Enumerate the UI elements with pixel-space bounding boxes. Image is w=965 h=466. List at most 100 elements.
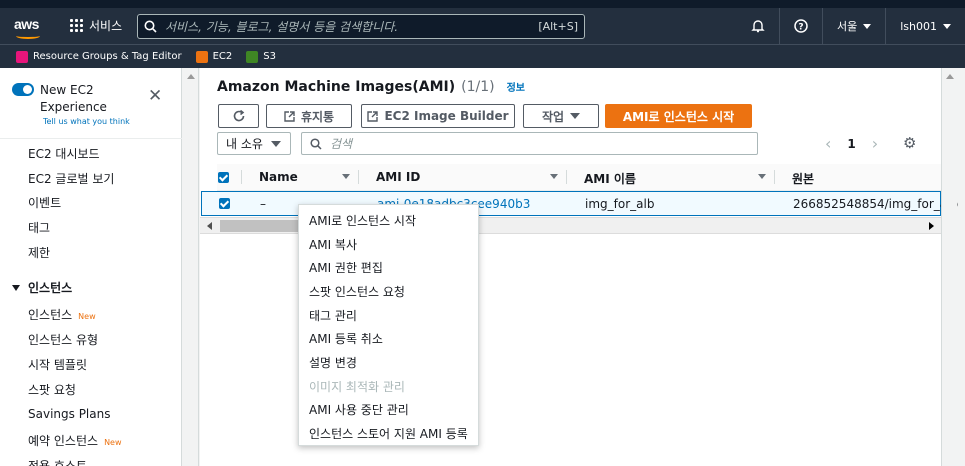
favorite-s3[interactable]: S3 [246, 50, 276, 63]
sidebar-item-savings-plans[interactable]: Savings Plans [28, 407, 110, 421]
refresh-icon [233, 109, 244, 122]
sidebar-item-events[interactable]: 이벤트 [28, 194, 61, 211]
services-label: 서비스 [89, 19, 123, 33]
next-page-icon[interactable]: › [872, 134, 878, 153]
search-placeholder: 검색 [330, 137, 353, 151]
column-header-ami-id[interactable]: AMI ID [376, 170, 420, 184]
aws-logo-text: aws [14, 16, 39, 32]
feedback-link[interactable]: Tell us what you think [43, 117, 130, 126]
sidebar-item-instances[interactable]: 인스턴스 New [28, 306, 96, 323]
new-badge: New [104, 438, 122, 447]
actions-dropdown[interactable]: 작업 [523, 104, 599, 128]
cell-ami-name: img_for_alb [585, 197, 655, 211]
sidebar-divider [0, 138, 182, 139]
search-placeholder: 서비스, 기능, 블로그, 설명서 등을 검색합니다. [165, 20, 399, 34]
bell-icon [751, 20, 765, 33]
external-link-icon [367, 110, 379, 122]
column-header-name[interactable]: Name [259, 170, 298, 184]
scrollbar-thumb[interactable] [220, 220, 300, 232]
menu-item-register-instance-store[interactable]: 인스턴스 스토어 지원 AMI 등록 [309, 425, 468, 442]
ec2-icon [195, 50, 208, 63]
menu-item-edit-permissions[interactable]: AMI 권한 편집 [309, 259, 383, 276]
page-scrollbar[interactable] [941, 68, 957, 466]
sidebar-item-launch-templates[interactable]: 시작 템플릿 [28, 356, 87, 373]
sidebar-item-spot-requests[interactable]: 스팟 요청 [28, 381, 76, 398]
gear-icon[interactable]: ⚙ [903, 134, 916, 152]
menu-item-deregister[interactable]: AMI 등록 취소 [309, 330, 383, 347]
new-experience-toggle-row: New EC2 Experience [12, 82, 107, 116]
aws-logo[interactable]: aws [14, 16, 44, 40]
menu-item-copy-ami[interactable]: AMI 복사 [309, 236, 357, 253]
column-header-ami-name[interactable]: AMI 이름 [584, 170, 636, 187]
ami-search-input[interactable]: 검색 [301, 132, 758, 155]
scroll-up-icon[interactable] [946, 74, 954, 79]
menu-item-launch-instance[interactable]: AMI로 인스턴스 시작 [309, 212, 416, 229]
favorite-ec2[interactable]: EC2 [195, 50, 233, 63]
sidebar-item-label: 인스턴스 [28, 308, 73, 322]
recycle-bin-label: 휴지통 [300, 109, 335, 124]
actions-label: 작업 [541, 109, 565, 124]
pagination: ‹ 1 › [825, 134, 878, 153]
sort-icon[interactable] [342, 174, 350, 179]
favorite-label: Resource Groups & Tag Editor [33, 51, 182, 62]
sidebar-section-instances[interactable]: 인스턴스 [12, 279, 72, 296]
caret-down-icon [943, 23, 951, 29]
help-button[interactable]: ? [778, 8, 822, 44]
menu-item-deprecation[interactable]: AMI 사용 중단 관리 [309, 401, 409, 418]
aws-smile-icon [16, 33, 40, 39]
image-builder-button[interactable]: EC2 Image Builder [361, 104, 515, 128]
top-navigation-bar: aws 서비스 서비스, 기능, 블로그, 설명서 등을 검색합니다. [Alt… [0, 0, 965, 44]
previous-page-icon[interactable]: ‹ [825, 134, 831, 153]
sidebar-item-reserved-instances[interactable]: 예약 인스턴스 New [28, 432, 122, 449]
external-link-icon [284, 110, 295, 122]
select-all-checkbox[interactable] [218, 172, 229, 183]
favorite-label: EC2 [212, 51, 233, 62]
image-builder-label: EC2 Image Builder [384, 109, 509, 123]
cell-source: 266852548854/img_for_alb [793, 197, 959, 211]
menu-item-manage-tags[interactable]: 태그 관리 [309, 307, 357, 324]
sidebar-item-tags[interactable]: 태그 [28, 219, 50, 236]
sidebar-item-global-view[interactable]: EC2 글로벌 보기 [28, 170, 114, 187]
sort-icon[interactable] [550, 174, 558, 179]
launch-instance-button[interactable]: AMI로 인스턴스 시작 [605, 104, 752, 128]
sidebar-item-instance-types[interactable]: 인스턴스 유형 [28, 331, 98, 348]
sidebar-item-dashboard[interactable]: EC2 대시보드 [28, 145, 100, 162]
search-icon [144, 20, 157, 33]
global-search-input[interactable]: 서비스, 기능, 블로그, 설명서 등을 검색합니다. [Alt+S] [137, 14, 585, 39]
close-icon[interactable]: ✕ [148, 86, 162, 106]
services-menu[interactable]: 서비스 [70, 17, 122, 34]
favorite-label: S3 [263, 51, 276, 62]
menu-item-spot-request[interactable]: 스팟 인스턴스 요청 [309, 283, 405, 300]
scroll-right-icon[interactable] [929, 222, 934, 230]
sidebar-item-dedicated-hosts[interactable]: 전용 호스트 [28, 457, 87, 466]
scroll-left-icon[interactable] [207, 222, 212, 230]
caret-down-icon [863, 23, 872, 29]
toggle-label: New EC2 Experience [40, 82, 107, 116]
column-header-source[interactable]: 원본 [792, 170, 814, 187]
column-separator [241, 170, 242, 184]
info-link[interactable]: 정보 [507, 79, 525, 94]
account-menu[interactable]: lsh001 [885, 8, 965, 44]
sidebar-item-limits[interactable]: 제한 [28, 244, 50, 261]
sidebar-scrollbar[interactable] [183, 68, 199, 466]
column-separator [774, 170, 775, 184]
region-selector[interactable]: 서울 [821, 8, 885, 44]
notifications-button[interactable] [737, 8, 779, 44]
toggle-label-line1: New EC2 [40, 83, 94, 97]
selection-count: (1/1) [461, 79, 495, 95]
new-experience-toggle[interactable] [12, 83, 34, 96]
refresh-button[interactable] [218, 104, 259, 128]
sort-icon[interactable] [758, 174, 766, 179]
section-label: 인스턴스 [28, 281, 73, 295]
scroll-up-icon[interactable] [187, 74, 195, 79]
menu-item-change-description[interactable]: 설명 변경 [309, 354, 357, 371]
search-shortcut: [Alt+S] [538, 20, 578, 33]
sidebar: New EC2 Experience Tell us what you thin… [0, 68, 182, 466]
ownership-filter-select[interactable]: 내 소유 [217, 132, 291, 155]
favorite-resource-groups[interactable]: Resource Groups & Tag Editor [16, 50, 182, 63]
recycle-bin-button[interactable]: 휴지통 [266, 104, 352, 128]
caret-down-icon [570, 113, 581, 119]
menu-item-image-optimization: 이미지 최적화 관리 [309, 380, 405, 394]
row-checkbox[interactable] [219, 198, 230, 209]
current-page[interactable]: 1 [847, 137, 855, 151]
